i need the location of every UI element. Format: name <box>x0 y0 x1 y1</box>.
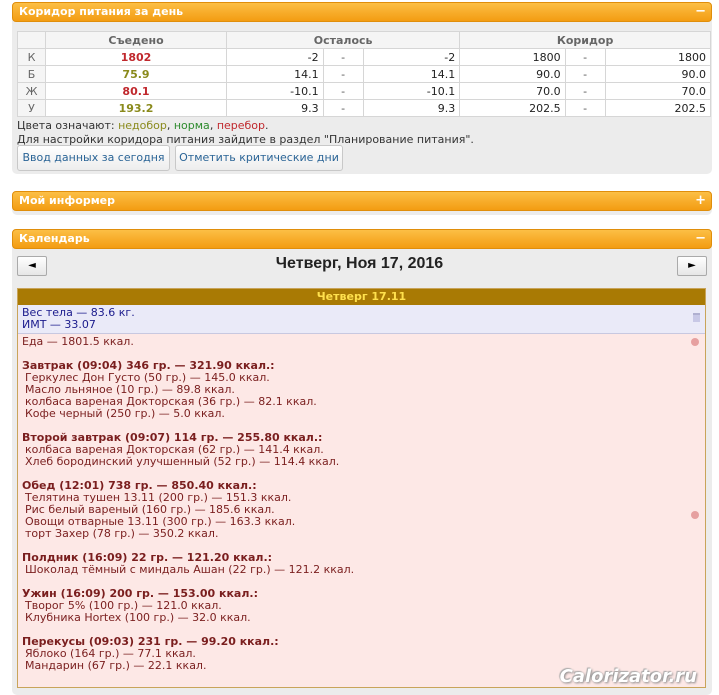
eaten-value: 75.9 <box>45 65 227 83</box>
range-dash: - <box>322 65 364 83</box>
apple-icon[interactable] <box>691 511 699 519</box>
corridor-row: Б 75.9 14.1-14.1 90.0-90.0 <box>17 65 712 83</box>
corridor-max-value: 202.5 <box>604 99 712 117</box>
left-min-value: 9.3 <box>226 99 324 117</box>
collapse-icon[interactable]: − <box>695 3 706 21</box>
meal-item: торт Захер (78 гр.) — 350.2 ккал. <box>25 527 219 540</box>
meal-item: Кофе черный (250 гр.) — 5.0 ккал. <box>25 407 225 420</box>
range-dash: - <box>322 48 364 66</box>
left-max-value: -10.1 <box>362 82 461 100</box>
header-left: Осталось <box>225 31 461 49</box>
corridor-panel-header[interactable]: Коридор питания за день − <box>12 2 712 22</box>
corridor-row: У 193.2 9.3-9.3 202.5-202.5 <box>17 99 712 117</box>
legend-under: недобор <box>118 119 167 132</box>
eaten-value: 1802 <box>45 48 227 66</box>
legend-sep: , <box>209 119 217 132</box>
informer-panel-title: Мой информер <box>19 194 116 207</box>
left-min-value: -10.1 <box>226 82 324 100</box>
meal-item: Хлеб бородинский улучшенный (52 гр.) — 1… <box>25 455 340 468</box>
calendar-panel-header[interactable]: Календарь − <box>12 229 712 249</box>
calendar-panel-title: Календарь <box>19 232 90 245</box>
left-min-value: -2 <box>226 48 324 66</box>
apple-icon[interactable] <box>691 338 699 346</box>
legend-norm: норма <box>173 119 210 132</box>
legend-prefix: Цвета означают: <box>17 119 119 132</box>
calendar-date: Четверг, Ноя 17, 2016 <box>275 255 444 272</box>
legend-over: перебор <box>216 119 266 132</box>
range-dash: - <box>564 82 606 100</box>
row-label: У <box>17 99 46 117</box>
corridor-max-value: 90.0 <box>604 65 712 83</box>
day-entry: Четверг 17.11 Вес тела — 83.6 кг. ИМТ — … <box>17 288 706 688</box>
enter-today-button[interactable]: Ввод данных за сегодня <box>17 145 170 171</box>
left-max-value: 9.3 <box>362 99 461 117</box>
legend-end: . <box>265 119 269 132</box>
left-min-value: 14.1 <box>226 65 324 83</box>
range-dash: - <box>322 99 364 117</box>
expand-icon[interactable]: + <box>695 192 706 210</box>
legend-sep: , <box>166 119 174 132</box>
meal-item: Клубника Hortex (100 гр.) — 32.0 ккал. <box>25 611 251 624</box>
bmi-value: ИМТ — 33.07 <box>22 318 96 331</box>
food-total: Еда — 1801.5 ккал. <box>22 335 134 348</box>
corridor-min-value: 1800 <box>459 48 566 66</box>
corridor-panel-title: Коридор питания за день <box>19 5 184 18</box>
range-dash: - <box>564 48 606 66</box>
left-max-value: -2 <box>362 48 461 66</box>
eaten-value: 193.2 <box>45 99 227 117</box>
corridor-min-value: 202.5 <box>459 99 566 117</box>
row-label: Ж <box>17 82 46 100</box>
color-legend: Цвета означают: недобор, норма, перебор. <box>17 119 269 132</box>
eaten-value: 80.1 <box>45 82 227 100</box>
next-day-button[interactable]: ► <box>677 256 707 276</box>
range-dash: - <box>564 99 606 117</box>
corridor-min-value: 70.0 <box>459 82 566 100</box>
weight-block[interactable]: Вес тела — 83.6 кг. ИМТ — 33.07 <box>18 305 705 334</box>
trash-icon[interactable] <box>693 313 700 322</box>
informer-panel-header[interactable]: Мой информер + <box>12 191 712 211</box>
watermark-logo: Calorizator.ru <box>559 666 697 687</box>
header-eaten: Съедено <box>45 31 227 49</box>
day-header: Четверг 17.11 <box>18 289 705 305</box>
corridor-table-header: Съедено Осталось Коридор <box>17 31 711 49</box>
range-dash: - <box>564 65 606 83</box>
row-label: Б <box>17 65 46 83</box>
corridor-table: Съедено Осталось Коридор К 1802 -2- -2 1800-… <box>17 31 712 117</box>
corridor-max-value: 70.0 <box>604 82 712 100</box>
food-block[interactable]: Еда — 1801.5 ккал. Завтрак (09:04) 346 г… <box>18 334 705 674</box>
corridor-max-value: 1800 <box>604 48 712 66</box>
informer-panel: Мой информер + <box>12 191 712 215</box>
corridor-min-value: 90.0 <box>459 65 566 83</box>
range-dash: - <box>322 82 364 100</box>
header-blank <box>17 31 46 49</box>
collapse-icon[interactable]: − <box>695 230 706 248</box>
weight-value: Вес тела — 83.6 кг. <box>22 306 135 319</box>
corridor-row: К 1802 -2- -2 1800-1800 <box>17 48 712 66</box>
corridor-row: Ж 80.1 -10.1- -10.1 70.0-70.0 <box>17 82 712 100</box>
mark-critical-days-button[interactable]: Отметить критические дни <box>175 145 343 171</box>
header-corridor: Коридор <box>459 31 711 49</box>
left-max-value: 14.1 <box>362 65 461 83</box>
row-label: К <box>17 48 46 66</box>
meal-item: Шоколад тёмный с миндаль Ашан (22 гр.) —… <box>25 563 355 576</box>
